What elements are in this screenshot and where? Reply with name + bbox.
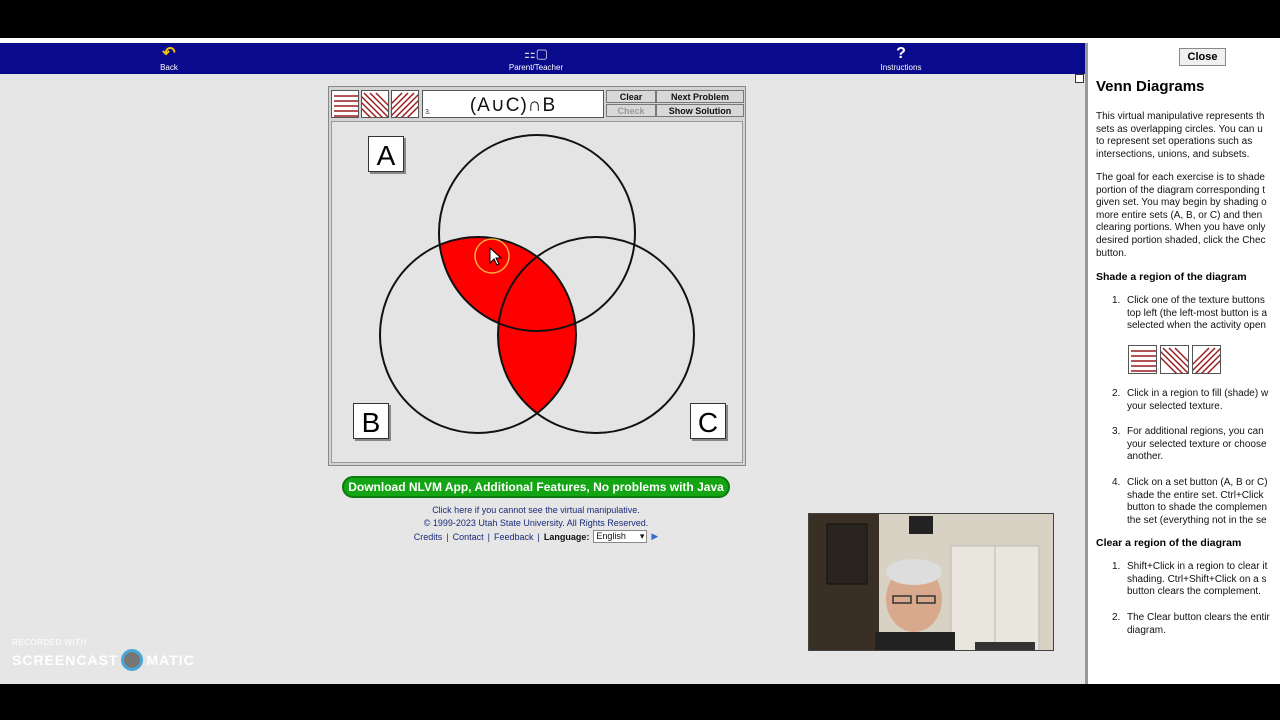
venn-canvas[interactable]: A B C [331, 121, 743, 463]
contact-link[interactable]: Contact [453, 532, 484, 542]
horizontal-lines-icon [1131, 350, 1156, 372]
check-button[interactable]: Check [606, 104, 656, 117]
footer-links: Credits | Contact | Feedback | Language:… [380, 530, 692, 543]
letterbox-top [0, 0, 1280, 38]
texture-example-backslash [1160, 345, 1189, 374]
texture-backslash-button[interactable] [361, 90, 389, 118]
watermark-logo: SCREENCAST MATIC [12, 649, 195, 671]
applet-toolbar: (A∪C)∩B 3. Clear Check Next Problem Show… [331, 89, 745, 119]
shade-step: Click on a set button (A, B or C) shade … [1127, 477, 1268, 526]
shade-heading: Shade a region of the diagram [1096, 271, 1247, 283]
clear-button[interactable]: Clear [606, 90, 656, 103]
main-content: (A∪C)∩B 3. Clear Check Next Problem Show… [0, 74, 1085, 684]
separator: | [446, 531, 449, 542]
screencast-watermark: RECORDED WITH SCREENCAST MATIC [12, 638, 195, 671]
back-button[interactable]: ↶ Back [129, 45, 209, 73]
shade-step: Click in a region to fill (shade) w your… [1127, 388, 1269, 412]
goal-text: The goal for each exercise is to shade p… [1096, 172, 1267, 259]
back-label: Back [160, 63, 178, 72]
watermark-brand-right: MATIC [146, 652, 195, 668]
language-value: English [596, 531, 626, 541]
back-arrow-icon: ↶ [162, 45, 176, 62]
separator: | [537, 531, 540, 542]
panel-title: Venn Diagrams [1096, 78, 1205, 95]
watermark-recorded-text: RECORDED WITH [12, 638, 87, 647]
clear-step: The Clear button clears the entir diagra… [1127, 612, 1270, 636]
parent-teacher-label: Parent/Teacher [508, 63, 564, 72]
presenter-video [809, 514, 1053, 650]
collapse-panel-icon[interactable] [1075, 74, 1084, 83]
diagonal-lines-icon [392, 92, 418, 117]
parent-teacher-icon: ⚏▢ [524, 46, 548, 61]
diagonal-lines-icon [362, 92, 388, 117]
shade-step: For additional regions, you can your sel… [1127, 426, 1267, 463]
letterbox-bottom [0, 684, 1280, 720]
set-c-button[interactable]: C [690, 403, 726, 439]
credits-link[interactable]: Credits [414, 532, 443, 542]
java-help-link[interactable]: Click here if you cannot see the virtual… [380, 505, 692, 515]
texture-example-slash [1192, 345, 1221, 374]
screencast-logo-icon [121, 649, 144, 671]
expression-display: (A∪C)∩B 3. [422, 90, 604, 118]
venn-applet: (A∪C)∩B 3. Clear Check Next Problem Show… [328, 86, 746, 466]
texture-slash-button[interactable] [391, 90, 419, 118]
webcam-overlay [808, 513, 1054, 651]
texture-example-horizontal [1128, 345, 1157, 374]
diagonal-lines-icon [1193, 347, 1220, 373]
step-number: 3. [1112, 426, 1121, 437]
close-button[interactable]: Close [1179, 48, 1226, 66]
language-label: Language: [543, 531, 590, 542]
diagonal-lines-icon [1161, 347, 1188, 373]
question-mark-icon: ? [896, 45, 906, 62]
parent-teacher-button[interactable]: ⚏▢ Parent/Teacher [496, 45, 576, 72]
step-number: 2. [1112, 388, 1121, 399]
texture-example [1128, 345, 1224, 376]
chevron-down-icon: ▾ [639, 531, 645, 541]
clear-heading: Clear a region of the diagram [1096, 537, 1242, 549]
step-number: 2. [1112, 612, 1121, 623]
intro-text: This virtual manipulative represents th … [1096, 111, 1265, 160]
step-number: 1. [1112, 295, 1121, 306]
set-b-button[interactable]: B [353, 403, 389, 439]
shade-step: Click one of the texture buttons top lef… [1127, 295, 1268, 332]
set-a-button[interactable]: A [368, 136, 404, 172]
instructions-label: Instructions [880, 63, 922, 72]
nav-bar: ↶ Back ⚏▢ Parent/Teacher ? Instructions [0, 43, 1085, 74]
show-solution-button[interactable]: Show Solution [656, 104, 744, 117]
step-number: 1. [1112, 561, 1121, 572]
clear-step: Shift+Click in a region to clear it shad… [1127, 561, 1268, 598]
instructions-panel: Close Venn Diagrams This virtual manipul… [1085, 43, 1280, 684]
horizontal-lines-icon [334, 95, 358, 117]
texture-horizontal-button[interactable] [331, 90, 359, 118]
feedback-link[interactable]: Feedback [494, 532, 534, 542]
instructions-button[interactable]: ? Instructions [861, 45, 941, 73]
shaded-region [439, 237, 576, 433]
step-number: 4. [1112, 477, 1121, 488]
watermark-brand-left: SCREENCAST [12, 652, 119, 668]
language-select[interactable]: English ▾ [593, 530, 648, 543]
go-arrow-icon[interactable]: ▶ [651, 531, 658, 542]
next-problem-button[interactable]: Next Problem [656, 90, 744, 103]
separator: | [487, 531, 490, 542]
problem-number: 3. [425, 109, 431, 116]
download-app-button[interactable]: Download NLVM App, Additional Features, … [342, 476, 730, 498]
set-expression: (A∪C)∩B [469, 95, 557, 116]
copyright-text: © 1999-2023 Utah State University. All R… [423, 518, 649, 528]
